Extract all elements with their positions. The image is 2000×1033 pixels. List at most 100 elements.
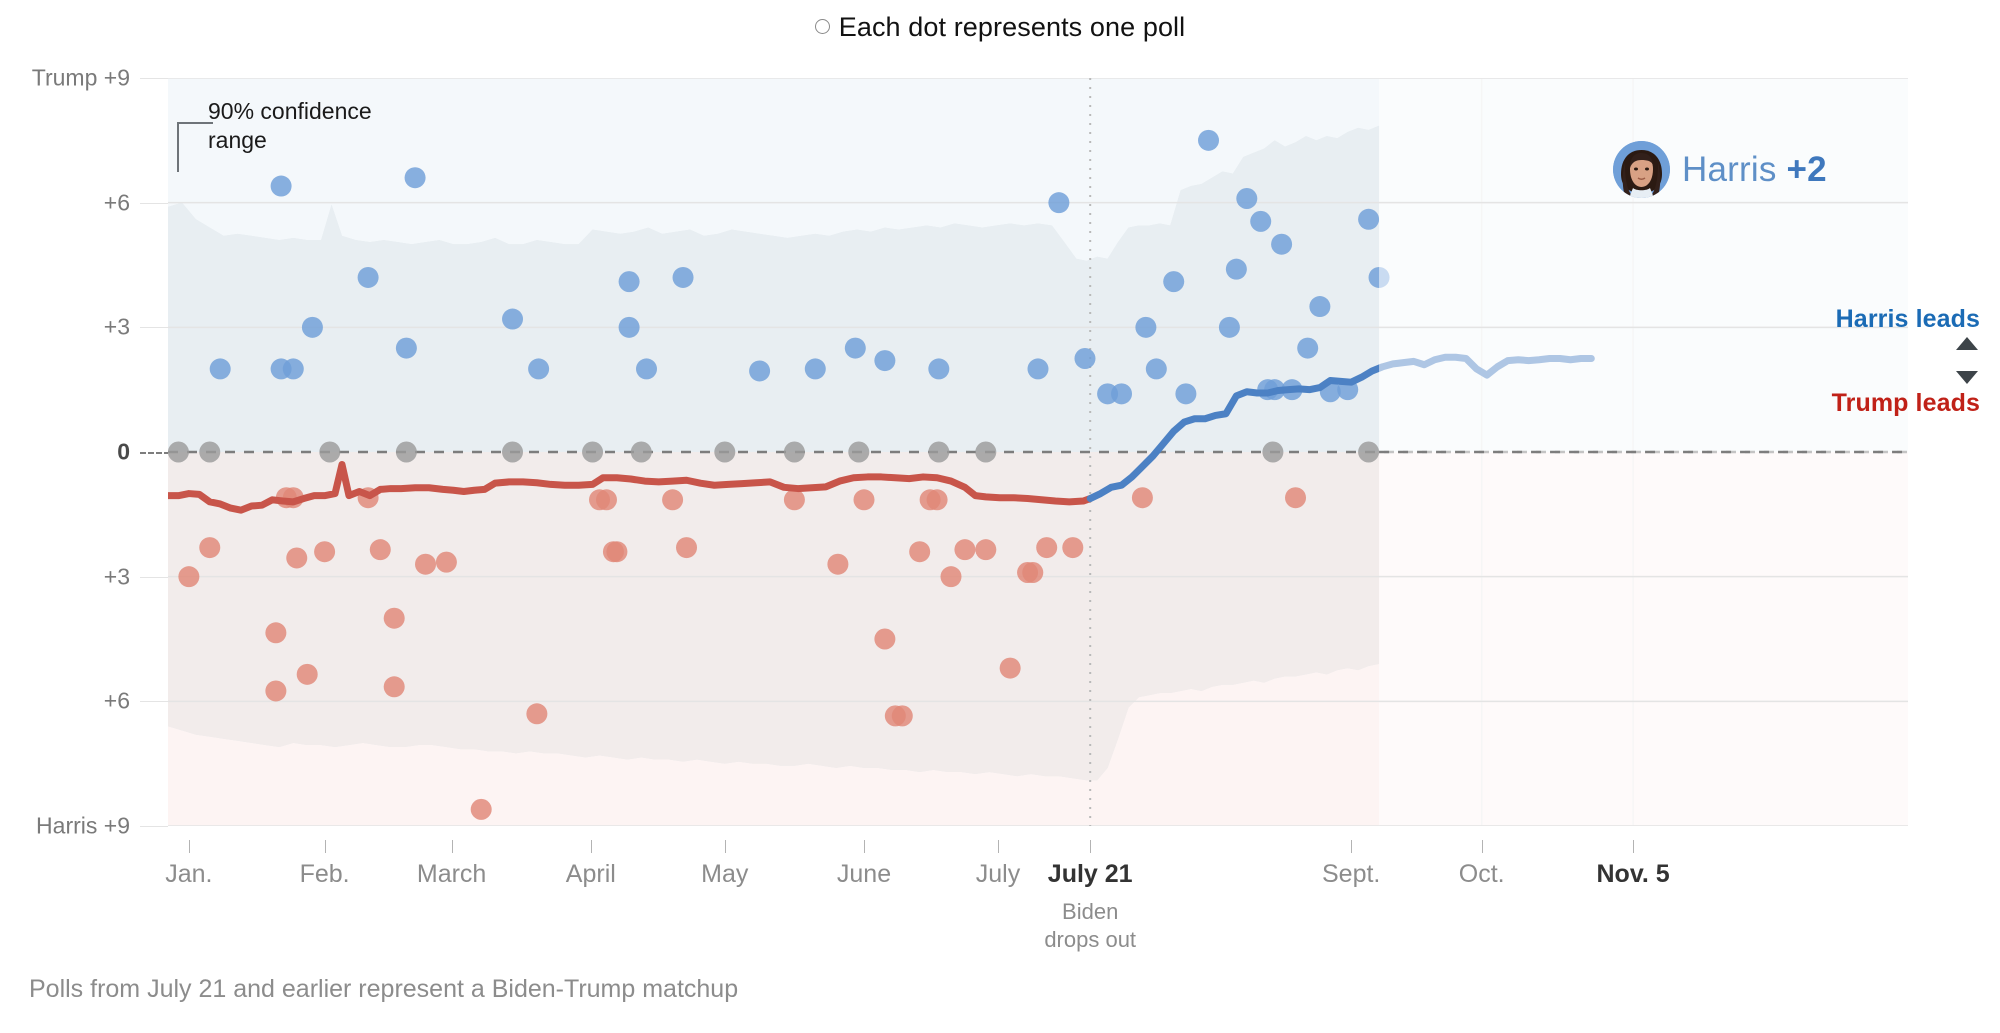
triangle-up-icon: [1956, 337, 1978, 350]
poll-dot: [618, 316, 640, 338]
poll-dot: [848, 441, 870, 463]
y-axis-tick-label: Trump +9: [31, 64, 130, 91]
x-axis-tick-mark: [997, 840, 999, 853]
poll-dot: [209, 358, 231, 380]
poll-dot: [1036, 537, 1058, 559]
x-axis-tick-label: April: [565, 860, 616, 888]
zero-line-stub: [140, 452, 170, 454]
y-axis-tick-label: 0: [117, 438, 130, 465]
poll-dot: [999, 657, 1021, 679]
poll-dot: [853, 489, 875, 511]
x-axis-tick-mark: [1351, 840, 1353, 853]
poll-dot: [301, 316, 323, 338]
poll-dot: [662, 489, 684, 511]
poll-dot: [975, 539, 997, 561]
poll-dot: [1358, 441, 1380, 463]
y-axis-tick-stub: [140, 826, 168, 827]
x-axis-tick-mark: [864, 840, 865, 853]
poll-dot: [404, 167, 426, 189]
y-axis-tick-stub: [140, 327, 168, 329]
poll-dot: [369, 539, 391, 561]
poll-dot: [636, 358, 657, 380]
poll-dot: [783, 441, 805, 463]
poll-dot: [1131, 487, 1153, 509]
footnote: Polls from July 21 and earlier represent…: [29, 975, 739, 1003]
y-axis-tick-label: +6: [103, 189, 130, 216]
x-axis-tick-mark: [1090, 840, 1092, 853]
poll-dot: [502, 441, 524, 463]
x-axis-tick-label: Nov. 5: [1596, 860, 1670, 888]
poll-dot: [383, 676, 405, 698]
trump-leads-label: Trump leads: [1831, 389, 1980, 417]
x-axis-tick-mark: [724, 840, 726, 853]
page-title-text: Each dot represents one poll: [838, 12, 1186, 42]
poll-dot: [435, 551, 457, 573]
x-axis-tick-mark: [324, 840, 326, 853]
poll-dot: [891, 705, 913, 727]
poll-dot: [357, 266, 379, 288]
poll-dot: [1048, 192, 1070, 214]
poll-dot: [470, 798, 492, 820]
poll-dot: [804, 358, 826, 380]
poll-dot: [844, 337, 866, 359]
poll-dot: [199, 537, 221, 559]
poll-dot: [1198, 129, 1220, 151]
harris-legend-margin: +2: [1786, 149, 1827, 189]
poll-dot: [1022, 562, 1044, 584]
poll-dot: [319, 441, 341, 463]
poll-dot: [1074, 348, 1096, 369]
harris-legend-name: Harris: [1682, 149, 1777, 189]
y-axis-tick-label: Harris +9: [36, 812, 130, 839]
poll-dot: [926, 489, 948, 511]
poll-dot: [928, 358, 950, 380]
poll-dot: [502, 308, 524, 330]
poll-dot: [1225, 258, 1247, 280]
poll-dot: [630, 441, 652, 463]
poll-dot: [286, 547, 308, 569]
x-axis-tick-label: July 21: [1047, 860, 1133, 888]
poll-dot: [1236, 188, 1258, 210]
poll-dot: [874, 350, 896, 372]
poll-dot: [1145, 358, 1167, 380]
poll-dot: [595, 489, 617, 511]
poll-dot: [783, 489, 805, 511]
poll-dot: [296, 663, 318, 685]
poll-dot: [1027, 358, 1049, 380]
poll-dot: [1250, 210, 1272, 232]
poll-dot: [395, 441, 417, 463]
poll-dot: [827, 553, 849, 575]
poll-dot: [1358, 208, 1380, 230]
confidence-range-annotation: 90% confidence range: [208, 98, 372, 154]
poll-dot: [270, 175, 292, 197]
poll-dot: [1309, 296, 1331, 318]
poll-dot: [168, 441, 189, 463]
poll-dot: [909, 541, 931, 563]
poll-dot: [282, 358, 304, 380]
y-axis-tick-stub: [140, 576, 168, 578]
polling-chart-page: Each dot represents one poll Trump +9 +6 +…: [0, 0, 2000, 1033]
poll-dot: [606, 541, 628, 563]
poll-dot: [714, 441, 736, 463]
poll-dot: [749, 360, 771, 382]
poll-dot: [676, 537, 698, 559]
poll-dot: [314, 541, 336, 563]
x-axis-tick-label: Oct.: [1458, 860, 1505, 888]
x-axis-tick-mark: [590, 840, 592, 853]
poll-dot: [874, 628, 896, 650]
poll-dot: [395, 337, 417, 359]
y-axis-tick-stub: [140, 202, 168, 204]
poll-dot: [526, 703, 548, 725]
poll-dot: [1163, 271, 1185, 293]
poll-dot: [1175, 383, 1197, 405]
x-axis-tick-mark: [188, 840, 190, 853]
poll-dot: [1111, 383, 1133, 405]
x-axis-event-sublabel: Biden drops out: [1044, 899, 1137, 952]
triangle-down-icon: [1956, 371, 1978, 384]
x-axis-tick-label: Jan.: [165, 860, 213, 888]
poll-dot: [265, 622, 287, 644]
open-circle-icon: [814, 19, 830, 35]
x-axis-tick-label: July: [975, 860, 1021, 888]
poll-dot: [1135, 316, 1157, 338]
x-axis-tick-mark: [1633, 840, 1635, 853]
x-axis-tick-label: Feb.: [299, 860, 350, 888]
